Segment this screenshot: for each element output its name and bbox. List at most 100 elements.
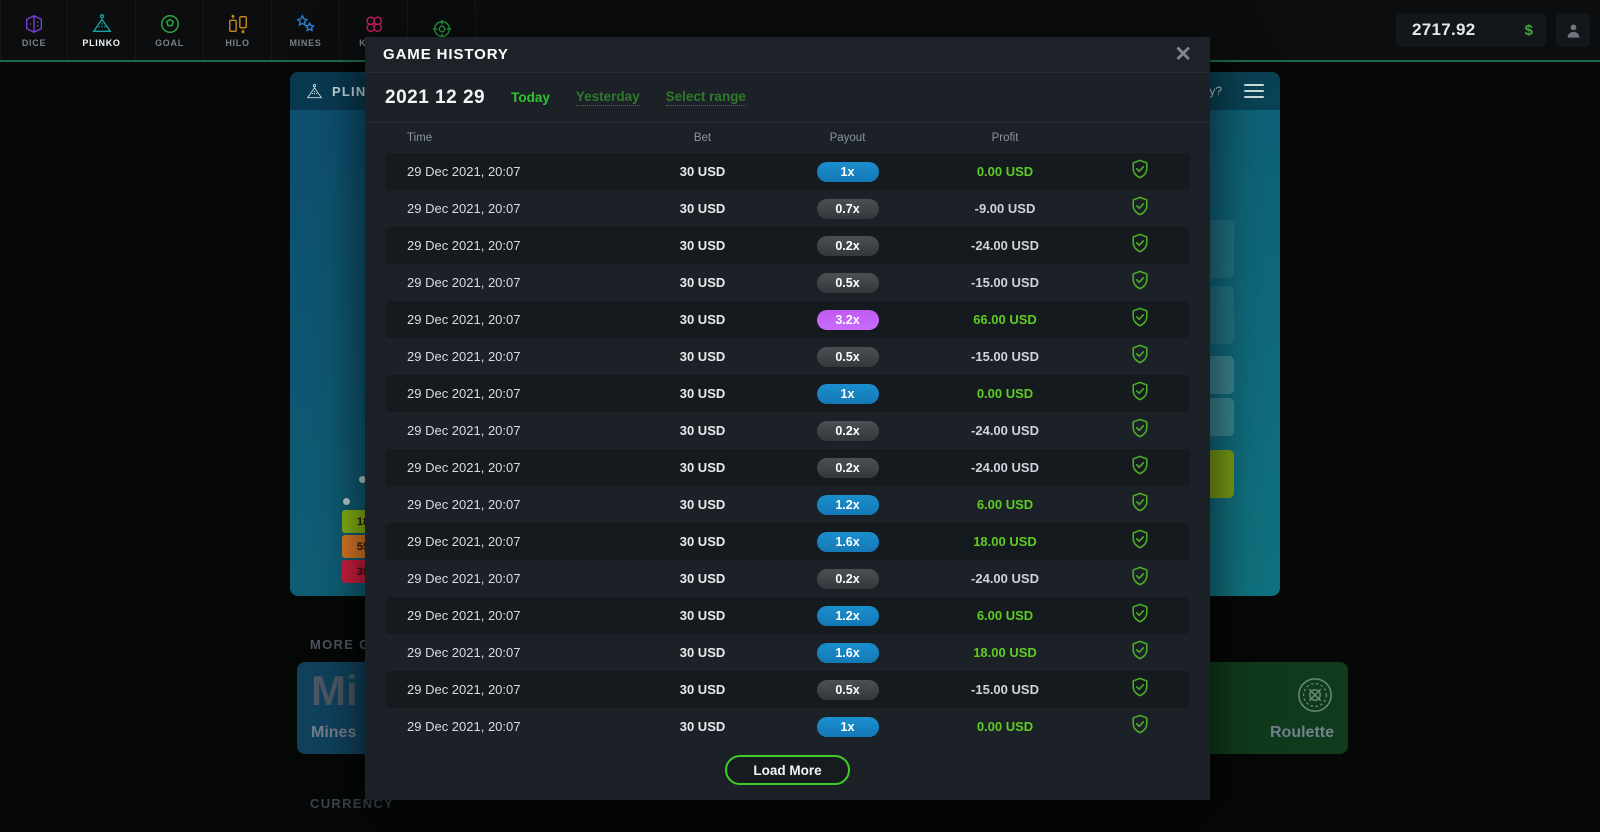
nav-item-label: DICE (21, 37, 47, 48)
cell-payout: 3.2x (775, 309, 920, 330)
shield-check-icon[interactable] (1129, 676, 1151, 703)
cell-status (1090, 602, 1190, 629)
table-row[interactable]: 29 Dec 2021, 20:07 30 USD 1.6x 18.00 USD (385, 523, 1190, 560)
plinko-icon (91, 13, 113, 35)
shield-check-icon[interactable] (1129, 306, 1151, 333)
shield-check-icon[interactable] (1129, 639, 1151, 666)
table-row[interactable]: 29 Dec 2021, 20:07 30 USD 1x 0.00 USD (385, 375, 1190, 412)
cell-payout: 1.6x (775, 642, 920, 663)
cell-profit: -24.00 USD (971, 460, 1039, 475)
column-header-profit: Profit (991, 132, 1019, 144)
shield-check-icon[interactable] (1129, 454, 1151, 481)
nav-item-dice[interactable]: DICE (0, 0, 68, 60)
payout-badge: 0.2x (816, 457, 879, 478)
shield-check-icon[interactable] (1129, 713, 1151, 740)
keno-icon (363, 13, 385, 35)
cell-profit: -15.00 USD (971, 349, 1039, 364)
table-row[interactable]: 29 Dec 2021, 20:07 30 USD 0.5x -15.00 USD (385, 264, 1190, 301)
payout-badge: 0.2x (816, 420, 879, 441)
payout-badge: 1x (816, 161, 879, 182)
table-row[interactable]: 29 Dec 2021, 20:07 30 USD 0.7x -9.00 USD (385, 190, 1190, 227)
close-icon[interactable]: ✕ (1174, 44, 1192, 65)
filter-yesterday[interactable]: Yesterday (575, 89, 640, 106)
cell-profit: -15.00 USD (971, 682, 1039, 697)
table-row[interactable]: 29 Dec 2021, 20:07 30 USD 1.2x 6.00 USD (385, 486, 1190, 523)
modal-header: GAME HISTORY ✕ (365, 37, 1210, 73)
shield-check-icon[interactable] (1129, 380, 1151, 407)
nav-item-plinko[interactable]: PLINKO (68, 0, 136, 60)
payout-badge: 1.2x (816, 605, 879, 626)
table-row[interactable]: 29 Dec 2021, 20:07 30 USD 0.2x -24.00 USD (385, 227, 1190, 264)
payout-badge: 0.5x (816, 346, 879, 367)
cell-status (1090, 232, 1190, 259)
payout-badge: 1.6x (816, 531, 879, 552)
shield-check-icon[interactable] (1129, 417, 1151, 444)
cell-status (1090, 454, 1190, 481)
table-row[interactable]: 29 Dec 2021, 20:07 30 USD 3.2x 66.00 USD (385, 301, 1190, 338)
cell-bet: 30 USD (679, 682, 726, 697)
payout-badge: 1x (816, 716, 879, 737)
table-row[interactable]: 29 Dec 2021, 20:07 30 USD 0.2x -24.00 USD (385, 560, 1190, 597)
history-table: Time Bet Payout Profit 29 Dec 2021, 20:0… (365, 123, 1210, 740)
shield-check-icon[interactable] (1129, 343, 1151, 370)
mines-icon (295, 13, 317, 35)
shield-check-icon[interactable] (1129, 565, 1151, 592)
payout-badge: 0.7x (816, 198, 879, 219)
game-card-subtitle: Roulette (1270, 724, 1334, 741)
payout-badge: 0.5x (816, 679, 879, 700)
cell-bet: 30 USD (679, 275, 726, 290)
nav-item-hilo[interactable]: HILO (204, 0, 272, 60)
payout-badge: 1.2x (816, 494, 879, 515)
cell-time: 29 Dec 2021, 20:07 (407, 534, 521, 549)
cell-profit: 0.00 USD (976, 164, 1034, 179)
cell-status (1090, 380, 1190, 407)
nav-item-label: PLINKO (82, 37, 121, 48)
cell-payout: 1.6x (775, 531, 920, 552)
shield-check-icon[interactable] (1129, 158, 1151, 185)
table-row[interactable]: 29 Dec 2021, 20:07 30 USD 1.2x 6.00 USD (385, 597, 1190, 634)
cell-time: 29 Dec 2021, 20:07 (407, 608, 521, 623)
cell-time: 29 Dec 2021, 20:07 (407, 682, 521, 697)
table-row[interactable]: 29 Dec 2021, 20:07 30 USD 0.2x -24.00 USD (385, 449, 1190, 486)
filter-today[interactable]: Today (511, 90, 550, 105)
shield-check-icon[interactable] (1129, 232, 1151, 259)
nav-item-goal[interactable]: GOAL (136, 0, 204, 60)
balance-display[interactable]: 2717.92 $ (1396, 13, 1546, 47)
nav-item-label: GOAL (155, 37, 184, 48)
table-row[interactable]: 29 Dec 2021, 20:07 30 USD 0.2x -24.00 USD (385, 412, 1190, 449)
filter-select-range[interactable]: Select range (665, 89, 746, 106)
cell-payout: 0.2x (775, 457, 920, 478)
cell-payout: 0.5x (775, 346, 920, 367)
shield-check-icon[interactable] (1129, 491, 1151, 518)
cell-status (1090, 491, 1190, 518)
shield-check-icon[interactable] (1129, 528, 1151, 555)
user-avatar-button[interactable] (1556, 13, 1590, 47)
cell-profit: 18.00 USD (973, 645, 1037, 660)
cell-bet: 30 USD (679, 460, 726, 475)
table-row[interactable]: 29 Dec 2021, 20:07 30 USD 0.5x -15.00 USD (385, 671, 1190, 708)
nav-item-mines[interactable]: MINES (272, 0, 340, 60)
shield-check-icon[interactable] (1129, 195, 1151, 222)
table-row[interactable]: 29 Dec 2021, 20:07 30 USD 1x 0.00 USD (385, 153, 1190, 190)
cell-payout: 0.2x (775, 235, 920, 256)
shield-check-icon[interactable] (1129, 602, 1151, 629)
shield-check-icon[interactable] (1129, 269, 1151, 296)
table-row[interactable]: 29 Dec 2021, 20:07 30 USD 1x 0.00 USD (385, 708, 1190, 740)
payout-badge: 1x (816, 383, 879, 404)
cell-payout: 0.5x (775, 272, 920, 293)
account-area: 2717.92 $ (1396, 13, 1590, 47)
cell-bet: 30 USD (679, 312, 726, 327)
cell-status (1090, 565, 1190, 592)
hilo-icon (227, 13, 249, 35)
table-row[interactable]: 29 Dec 2021, 20:07 30 USD 1.6x 18.00 USD (385, 634, 1190, 671)
load-more-button[interactable]: Load More (725, 755, 850, 785)
selected-date-value: 2021 12 29 (385, 86, 486, 108)
cell-bet: 30 USD (679, 349, 726, 364)
column-header-bet: Bet (693, 132, 712, 144)
cell-status (1090, 639, 1190, 666)
cell-bet: 30 USD (679, 645, 726, 660)
table-row[interactable]: 29 Dec 2021, 20:07 30 USD 0.5x -15.00 USD (385, 338, 1190, 375)
hamburger-menu-icon[interactable] (1244, 84, 1264, 98)
cell-time: 29 Dec 2021, 20:07 (407, 164, 521, 179)
game-history-modal: GAME HISTORY ✕ 2021 12 29 Today Yesterda… (365, 37, 1210, 800)
